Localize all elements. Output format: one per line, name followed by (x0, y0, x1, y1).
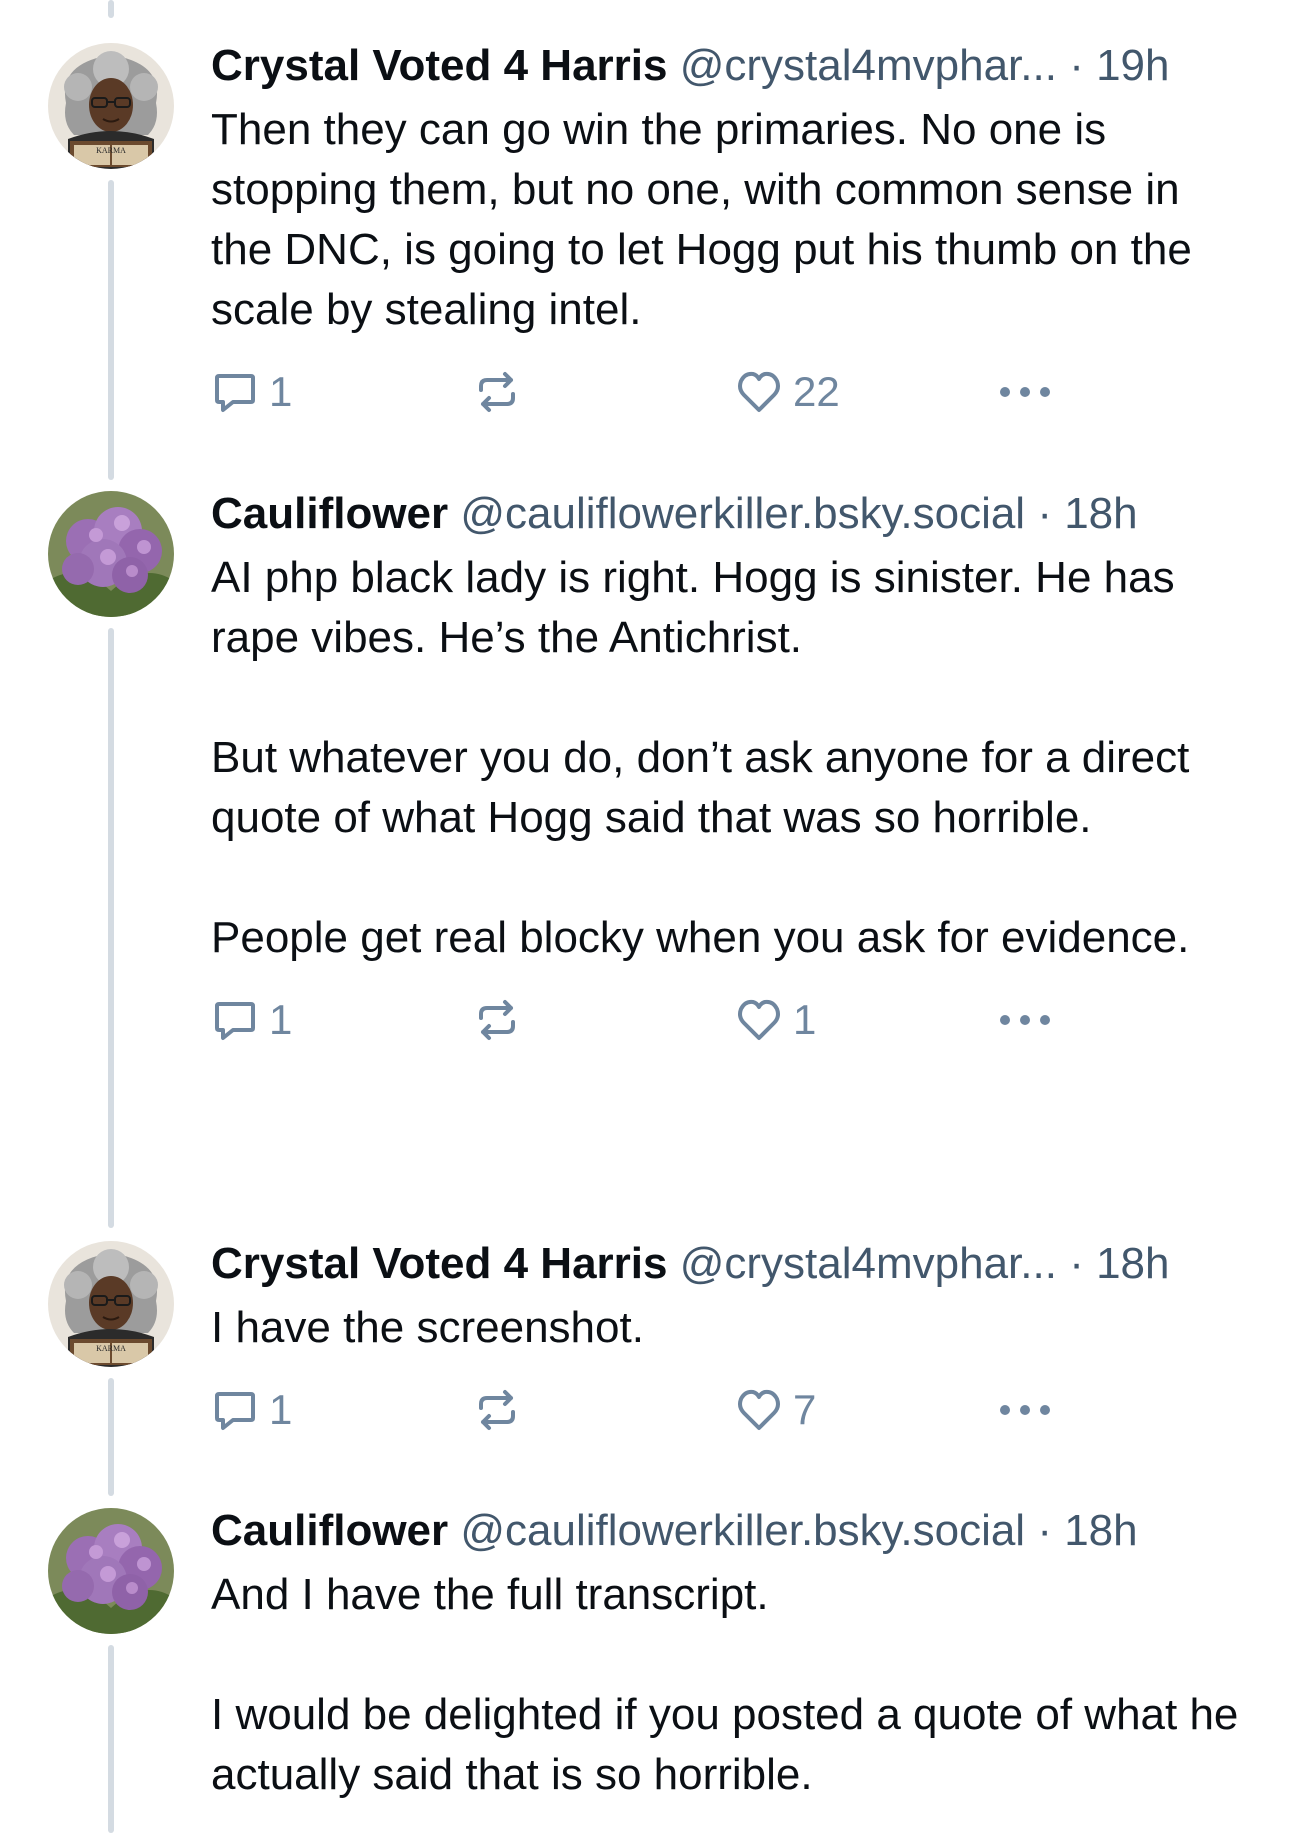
author-name[interactable]: Cauliflower (211, 489, 448, 538)
post-paragraph: But whatever you do, don’t ask anyone fo… (211, 733, 1190, 842)
author-name[interactable]: Cauliflower (211, 1506, 448, 1555)
post-header: Crystal Voted 4 Harris @crystal4mvphar..… (211, 38, 1250, 94)
reply-count: 1 (269, 996, 293, 1043)
repost-button[interactable] (473, 362, 521, 422)
avatar[interactable]: KARMA (48, 1241, 174, 1367)
post-content: Cauliflower @cauliflowerkiller.bsky.soci… (211, 1503, 1250, 1805)
repost-button[interactable] (473, 990, 521, 1050)
post-text: I have the screenshot. (211, 1298, 1250, 1358)
post-text: Then they can go win the primaries. No o… (211, 100, 1250, 340)
post-time[interactable]: · 18h (1037, 1506, 1137, 1555)
post-paragraph: I have the screenshot. (211, 1303, 644, 1352)
like-count: 1 (793, 996, 817, 1043)
post-header: Cauliflower @cauliflowerkiller.bsky.soci… (211, 1503, 1250, 1559)
repost-arrows-icon (479, 1390, 515, 1430)
author-handle[interactable]: @crystal4mvphar... (680, 1239, 1057, 1288)
more-options-button[interactable] (997, 362, 1053, 422)
speech-bubble-icon (215, 1002, 255, 1040)
more-options-button[interactable] (997, 990, 1053, 1050)
thread-line (108, 628, 114, 1228)
reply-button[interactable]: 1 (211, 1380, 292, 1440)
thread-line (108, 180, 114, 480)
ellipsis-icon (1000, 1405, 1050, 1415)
repost-arrows-icon (479, 1000, 515, 1040)
cauliflower-avatar-icon (48, 491, 174, 617)
reply-count: 1 (269, 368, 293, 415)
post-content: Crystal Voted 4 Harris @crystal4mvphar..… (211, 1236, 1250, 1440)
thread-line (108, 0, 114, 18)
heart-outline-icon (738, 1389, 780, 1430)
author-handle[interactable]: @cauliflowerkiller.bsky.social (460, 1506, 1025, 1555)
post-content: Cauliflower @cauliflowerkiller.bsky.soci… (211, 486, 1250, 1050)
post-actions: 1 7 (211, 1380, 1250, 1440)
post-text: AI php black lady is right. Hogg is sini… (211, 548, 1250, 968)
post-actions: 1 22 (211, 362, 1250, 422)
avatar[interactable]: KARMA (48, 43, 174, 169)
karma-reader-avatar-icon: KARMA (48, 43, 174, 169)
karma-label: KARMA (96, 1344, 126, 1353)
author-name[interactable]: Crystal Voted 4 Harris (211, 1239, 667, 1288)
karma-reader-avatar-icon: KARMA (48, 1241, 174, 1367)
karma-label: KARMA (96, 146, 126, 155)
post-paragraph: And I have the full transcript. (211, 1570, 769, 1619)
ellipsis-icon (1000, 1015, 1050, 1025)
post-content: Crystal Voted 4 Harris @crystal4mvphar..… (211, 38, 1250, 422)
like-button[interactable]: 7 (735, 1380, 816, 1440)
post-paragraph: AI php black lady is right. Hogg is sini… (211, 553, 1175, 662)
post-thread: KARMA Crystal Voted 4 Harris @crystal4mv… (0, 0, 1290, 1833)
thread-line (108, 1645, 114, 1833)
post-time[interactable]: · 18h (1037, 489, 1137, 538)
heart-outline-icon (738, 371, 780, 412)
author-handle[interactable]: @crystal4mvphar... (680, 41, 1057, 90)
post-paragraph: I would be delighted if you posted a quo… (211, 1690, 1239, 1799)
reply-count: 1 (269, 1386, 293, 1433)
cauliflower-avatar-icon (48, 1508, 174, 1634)
thread-line (108, 1378, 114, 1496)
post-header: Crystal Voted 4 Harris @crystal4mvphar..… (211, 1236, 1250, 1292)
avatar[interactable] (48, 491, 174, 617)
like-count: 7 (793, 1386, 817, 1433)
post-paragraph: People get real blocky when you ask for … (211, 913, 1190, 962)
like-button[interactable]: 22 (735, 362, 840, 422)
repost-button[interactable] (473, 1380, 521, 1440)
post-paragraph: Then they can go win the primaries. No o… (211, 105, 1192, 334)
repost-arrows-icon (479, 372, 515, 412)
heart-outline-icon (738, 999, 780, 1040)
speech-bubble-icon (215, 1392, 255, 1430)
post-text: And I have the full transcript. I would … (211, 1565, 1250, 1805)
post-header: Cauliflower @cauliflowerkiller.bsky.soci… (211, 486, 1250, 542)
speech-bubble-icon (215, 374, 255, 412)
post-time[interactable]: · 19h (1069, 41, 1169, 90)
more-options-button[interactable] (997, 1380, 1053, 1440)
post-actions: 1 1 (211, 990, 1250, 1050)
avatar[interactable] (48, 1508, 174, 1634)
author-name[interactable]: Crystal Voted 4 Harris (211, 41, 667, 90)
post-time[interactable]: · 18h (1069, 1239, 1169, 1288)
like-button[interactable]: 1 (735, 990, 816, 1050)
like-count: 22 (793, 368, 840, 415)
reply-button[interactable]: 1 (211, 990, 292, 1050)
reply-button[interactable]: 1 (211, 362, 292, 422)
ellipsis-icon (1000, 387, 1050, 397)
author-handle[interactable]: @cauliflowerkiller.bsky.social (460, 489, 1025, 538)
